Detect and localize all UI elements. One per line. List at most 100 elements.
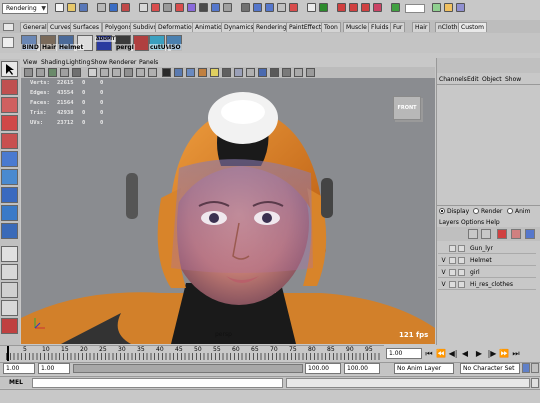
menu-help[interactable]: Help (486, 219, 500, 226)
move-tool-icon[interactable] (1, 115, 18, 131)
hypershade-icon[interactable] (373, 3, 382, 12)
camera-attr-icon[interactable] (24, 68, 33, 77)
menu-object[interactable]: Object (482, 76, 502, 83)
menu-layers[interactable]: Layers (439, 219, 459, 226)
next-key-icon[interactable]: |▶ (487, 349, 497, 358)
paint-select-icon[interactable] (1, 97, 18, 113)
single-pane-icon[interactable] (1, 246, 18, 262)
render-settings-icon[interactable] (361, 3, 370, 12)
snap-point-icon[interactable] (265, 3, 274, 12)
isolate-icon[interactable] (258, 68, 267, 77)
anim-layer-dropdown[interactable]: No Anim Layer (394, 363, 454, 374)
shelf-tab-fur[interactable]: Fur (390, 22, 406, 32)
save-scene-icon[interactable] (79, 3, 88, 12)
menu-options[interactable]: Options (461, 219, 484, 226)
grease-pencil-icon[interactable] (72, 68, 81, 77)
layer-template-toggle[interactable] (449, 245, 456, 252)
menu-renderer[interactable]: Renderer (109, 59, 136, 66)
image-plane-icon[interactable] (48, 68, 57, 77)
gate-mask-icon[interactable] (124, 68, 133, 77)
rotate-tool-icon[interactable] (1, 133, 18, 149)
viewcube[interactable]: FRONT (393, 96, 421, 120)
shelf-tab-hair[interactable]: Hair (412, 22, 431, 32)
go-to-end-icon[interactable]: ⏭ (511, 349, 521, 358)
start-time-field[interactable]: 1.00 (3, 363, 35, 374)
step-forward-icon[interactable]: ⏩ (499, 349, 509, 358)
scale-tool-icon[interactable] (1, 151, 18, 167)
radio-anim[interactable]: Anim (507, 208, 530, 215)
hq-icon[interactable] (306, 68, 315, 77)
history-icon[interactable] (307, 3, 316, 12)
new-layer-icon[interactable] (497, 229, 507, 239)
shelf-tab-general[interactable]: General (20, 22, 50, 32)
layer-row[interactable]: V Helmet (438, 255, 536, 266)
mask-curve-icon[interactable] (163, 3, 172, 12)
open-scene-icon[interactable] (67, 3, 76, 12)
new-scene-icon[interactable] (55, 3, 64, 12)
end-time-field[interactable]: 100.00 (344, 363, 380, 374)
shelf-tab-muscle[interactable]: Muscle (343, 22, 370, 32)
textured-icon[interactable] (198, 68, 207, 77)
radio-render[interactable]: Render (473, 208, 502, 215)
wireframe-icon[interactable] (162, 68, 171, 77)
grid-icon[interactable] (88, 68, 97, 77)
soft-mod-icon[interactable] (1, 187, 18, 203)
layer-color-swatch[interactable] (458, 269, 465, 276)
step-back-icon[interactable]: ⏪ (436, 349, 446, 358)
four-pane-icon[interactable] (1, 264, 18, 280)
shelf-tab-dynamics[interactable]: Dynamics (221, 22, 257, 32)
motion-blur-icon[interactable] (282, 68, 291, 77)
menu-edit[interactable]: Edit (467, 76, 479, 83)
new-layer-selected-icon[interactable] (511, 229, 521, 239)
layer-row[interactable]: V Hi_res_clothes (438, 279, 536, 290)
layer-color-swatch[interactable] (458, 245, 465, 252)
uv-tool-icon[interactable] (133, 35, 149, 51)
shelf-menu-icon[interactable] (3, 23, 14, 31)
resolution-gate-icon[interactable] (112, 68, 121, 77)
layer-row[interactable]: Gun_lyr (438, 243, 536, 254)
field-chart-icon[interactable] (136, 68, 145, 77)
aa-icon[interactable] (294, 68, 303, 77)
menu-channels[interactable]: Channels (439, 76, 467, 83)
manipulator-icon[interactable] (1, 169, 18, 185)
layer-row[interactable]: Vgirl (438, 267, 536, 278)
layer-visibility-toggle[interactable]: V (440, 267, 447, 278)
toggle-channel-box-icon[interactable] (456, 3, 465, 12)
layer-visibility-toggle[interactable]: V (440, 279, 447, 290)
ssao-icon[interactable] (270, 68, 279, 77)
shelf-tab-custom[interactable]: Custom (458, 22, 487, 32)
mask-render-icon[interactable] (211, 3, 220, 12)
snap-curve-icon[interactable] (253, 3, 262, 12)
last-tool-icon[interactable] (1, 223, 18, 239)
ipr-render-icon[interactable] (349, 3, 358, 12)
shelf-tab-toon[interactable]: Toon (321, 22, 341, 32)
mask-dynamics-icon[interactable] (199, 3, 208, 12)
wire-on-shaded-icon[interactable] (186, 68, 195, 77)
safe-action-icon[interactable] (148, 68, 157, 77)
2d-pan-icon[interactable] (60, 68, 69, 77)
menu-lighting[interactable]: Lighting (66, 59, 90, 66)
character-set-dropdown[interactable]: No Character Set (460, 363, 520, 374)
current-frame-marker[interactable] (7, 346, 9, 361)
play-forward-icon[interactable]: ▶ (474, 349, 484, 358)
viewport-3d[interactable] (21, 78, 435, 344)
smooth-shade-icon[interactable] (174, 68, 183, 77)
playback-end-field[interactable]: 100.00 (305, 363, 341, 374)
select-tool-icon[interactable] (1, 61, 18, 77)
radio-display[interactable]: Display (439, 208, 469, 215)
persp-outliner-icon[interactable] (1, 300, 18, 316)
lasso-tool-icon[interactable] (1, 79, 18, 95)
playback-start-field[interactable]: 1.00 (38, 363, 70, 374)
prefs-icon[interactable] (531, 363, 539, 373)
mask-surface-icon[interactable] (175, 3, 184, 12)
play-back-icon[interactable]: ◀ (460, 349, 470, 358)
mask-joint-icon[interactable] (151, 3, 160, 12)
menu-shading[interactable]: Shading (41, 59, 65, 66)
shelf-tab-fluids[interactable]: Fluids (368, 22, 392, 32)
layer-template-toggle[interactable] (449, 269, 456, 276)
select-component-icon[interactable] (121, 3, 130, 12)
hypershade-layout-icon[interactable] (1, 318, 18, 334)
shelf-tab-ncloth[interactable]: nCloth (435, 22, 461, 32)
side-by-side-icon[interactable] (1, 282, 18, 298)
current-frame-field[interactable]: 1.00 (386, 348, 422, 359)
